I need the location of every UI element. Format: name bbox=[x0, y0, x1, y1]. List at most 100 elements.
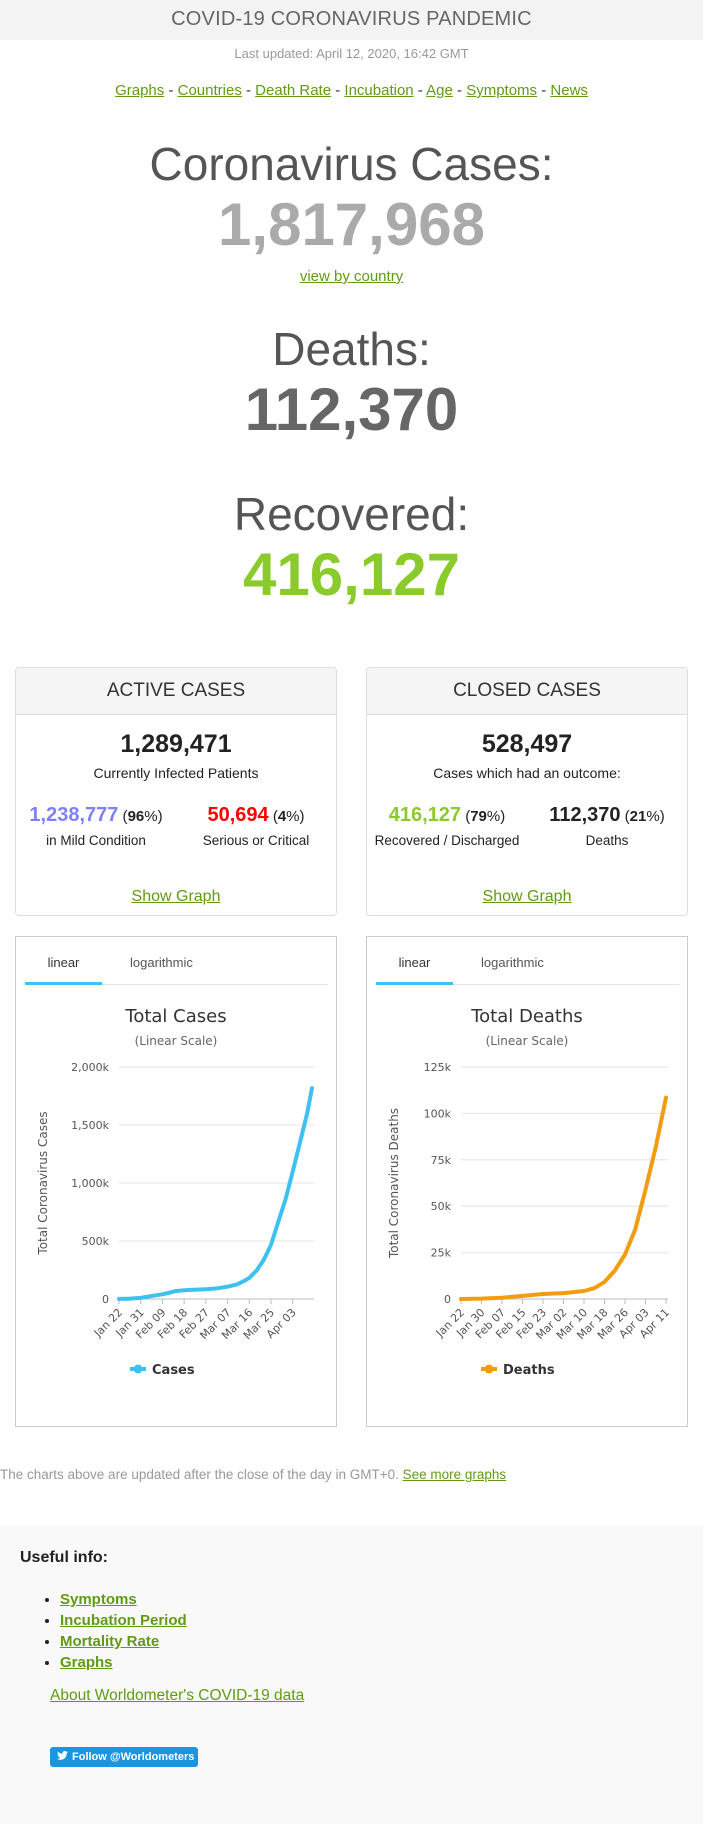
page-title: COVID-19 CORONAVIRUS PANDEMIC bbox=[171, 8, 532, 30]
series-line-deaths bbox=[459, 1095, 668, 1301]
legend-label: Deaths bbox=[503, 1363, 555, 1378]
serious-count: 50,694 bbox=[207, 804, 269, 826]
show-graph-wrap: Show Graph bbox=[16, 888, 336, 906]
active-cases-total: 1,289,471 bbox=[120, 730, 232, 758]
nav-link-age[interactable]: Age bbox=[426, 82, 453, 99]
legend-label: Cases bbox=[152, 1363, 195, 1378]
chart-scale-tabs: linear logarithmic bbox=[376, 955, 679, 985]
tab-logarithmic[interactable]: logarithmic bbox=[130, 955, 193, 985]
nav-separator: - bbox=[241, 82, 256, 99]
nav-link-death-rate[interactable]: Death Rate bbox=[255, 82, 331, 99]
y-tick-label: 1,500k bbox=[71, 1119, 109, 1132]
nav-link-incubation[interactable]: Incubation bbox=[344, 82, 413, 99]
total-cases-chart: Total Cases (Linear Scale) 0 500k 1,000k 1,50… bbox=[36, 1006, 314, 1378]
y-tick-label: 100k bbox=[424, 1107, 452, 1120]
total-deaths-chart: Total Deaths (Linear Scale) 0 25k 50k 75k 100k… bbox=[387, 1006, 672, 1378]
closed-recovered-count: 416,127 bbox=[388, 804, 462, 826]
closed-show-graph-link[interactable]: Show Graph bbox=[483, 888, 572, 905]
nav-link-countries[interactable]: Countries bbox=[178, 82, 242, 99]
list-item: Mortality Rate bbox=[60, 1633, 187, 1650]
view-by-country-link[interactable]: view by country bbox=[300, 268, 403, 285]
y-tick-label: 25k bbox=[431, 1247, 452, 1260]
recovered-block: 416,127 (79%) Recovered / Discharged bbox=[367, 804, 527, 848]
chart-title: Total Cases bbox=[124, 1006, 226, 1027]
chart-subtitle: (Linear Scale) bbox=[486, 1034, 569, 1048]
cases-heading: Coronavirus Cases: bbox=[149, 138, 554, 190]
recovered-pct-close: %) bbox=[486, 808, 506, 825]
recovered-pct-open: ( bbox=[461, 808, 471, 825]
useful-info-heading: Useful info: bbox=[20, 1549, 108, 1566]
nav-link-graphs[interactable]: Graphs bbox=[115, 82, 164, 99]
top-banner: COVID-19 CORONAVIRUS PANDEMIC bbox=[0, 0, 703, 40]
deaths-heading: Deaths: bbox=[272, 323, 431, 375]
charts-note: The charts above are updated after the c… bbox=[0, 1467, 506, 1482]
y-axis-label: Total Coronavirus Cases bbox=[36, 1111, 50, 1255]
y-tick-label: 125k bbox=[424, 1061, 452, 1074]
twitter-bird-icon bbox=[57, 1747, 68, 1767]
tab-linear[interactable]: linear bbox=[25, 955, 102, 985]
y-tick-label: 75k bbox=[431, 1154, 452, 1167]
closed-cases-panel: CLOSED CASES 528,497 Cases which had an … bbox=[366, 667, 688, 916]
mild-pct-close: %) bbox=[144, 808, 163, 825]
list-item: Graphs bbox=[60, 1654, 187, 1671]
y-axis-label: Total Coronavirus Deaths bbox=[387, 1108, 401, 1259]
nav-separator: - bbox=[331, 82, 345, 99]
useful-link-symptoms[interactable]: Symptoms bbox=[60, 1591, 137, 1608]
legend-marker bbox=[484, 1364, 494, 1374]
view-by-country-wrap: view by country bbox=[0, 268, 703, 285]
nav-link-symptoms[interactable]: Symptoms bbox=[466, 82, 537, 99]
useful-info-section: Useful info: Symptoms Incubation Period … bbox=[0, 1525, 703, 1824]
nav-separator: - bbox=[452, 82, 467, 99]
useful-link-graphs[interactable]: Graphs bbox=[60, 1654, 113, 1671]
tab-linear[interactable]: linear bbox=[376, 955, 453, 985]
serious-pct-open: ( bbox=[268, 808, 278, 825]
y-tick-label: 2,000k bbox=[71, 1061, 109, 1074]
useful-link-mortality[interactable]: Mortality Rate bbox=[60, 1633, 159, 1650]
closed-cases-label: Cases which had an outcome: bbox=[433, 765, 621, 781]
active-cases-panel: ACTIVE CASES 1,289,471 Currently Infecte… bbox=[15, 667, 337, 916]
total-cases-chart-box: linear logarithmic Total Cases (Linear Sc… bbox=[15, 936, 337, 1427]
mild-pct-open: ( bbox=[118, 808, 128, 825]
y-tick-label: 500k bbox=[82, 1235, 110, 1248]
active-show-graph-link[interactable]: Show Graph bbox=[132, 888, 221, 905]
list-item: Symptoms bbox=[60, 1591, 187, 1608]
closed-cases-heading: CLOSED CASES bbox=[367, 668, 687, 715]
cases-counter: 1,817,968 bbox=[218, 191, 485, 258]
chart-subtitle: (Linear Scale) bbox=[135, 1034, 218, 1048]
y-tick-label: 0 bbox=[444, 1293, 451, 1306]
serious-label: Serious or Critical bbox=[202, 833, 310, 848]
nav-links: Graphs - Countries - Death Rate - Incuba… bbox=[0, 82, 703, 99]
nav-link-news[interactable]: News bbox=[550, 82, 588, 99]
closed-deaths-label: Deaths bbox=[585, 833, 629, 848]
recovered-percent: 79 bbox=[470, 808, 487, 825]
about-data-link[interactable]: About Worldometer's COVID-19 data bbox=[50, 1687, 304, 1705]
twitter-follow-label: Follow @Worldometers bbox=[72, 1751, 195, 1763]
series-line-cases bbox=[117, 1086, 314, 1301]
useful-link-incubation[interactable]: Incubation Period bbox=[60, 1612, 187, 1629]
twitter-follow-button[interactable]: Follow @Worldometers bbox=[50, 1747, 198, 1767]
serious-pct-close: %) bbox=[286, 808, 305, 825]
nav-separator: - bbox=[413, 82, 427, 99]
recovered-counter: 416,127 bbox=[243, 541, 460, 608]
see-more-graphs-link[interactable]: See more graphs bbox=[403, 1467, 507, 1482]
y-tick-label: 50k bbox=[431, 1200, 452, 1213]
last-updated: Last updated: April 12, 2020, 16:42 GMT bbox=[234, 46, 469, 61]
charts-note-text: The charts above are updated after the c… bbox=[0, 1467, 403, 1482]
total-deaths-chart-box: linear logarithmic Total Deaths (Linear S… bbox=[366, 936, 688, 1427]
active-cases-label: Currently Infected Patients bbox=[93, 765, 259, 781]
chart-title: Total Deaths bbox=[470, 1006, 583, 1027]
useful-links-list: Symptoms Incubation Period Mortality Rat… bbox=[60, 1591, 187, 1675]
y-tick-label: 0 bbox=[102, 1293, 109, 1306]
nav-separator: - bbox=[164, 82, 178, 99]
recovered-label: Recovered / Discharged bbox=[374, 833, 520, 848]
deaths-pct-close: %) bbox=[646, 808, 665, 825]
serious-percent: 4 bbox=[277, 808, 287, 825]
nav-separator: - bbox=[537, 82, 551, 99]
serious-condition-block: 50,694 (4%) Serious or Critical bbox=[176, 804, 336, 848]
deaths-counter: 112,370 bbox=[244, 376, 459, 443]
mild-percent: 96 bbox=[127, 808, 145, 825]
tab-logarithmic[interactable]: logarithmic bbox=[481, 955, 544, 985]
mild-count: 1,238,777 bbox=[29, 804, 119, 826]
recovered-heading: Recovered: bbox=[233, 488, 470, 540]
chart-scale-tabs: linear logarithmic bbox=[25, 955, 328, 985]
